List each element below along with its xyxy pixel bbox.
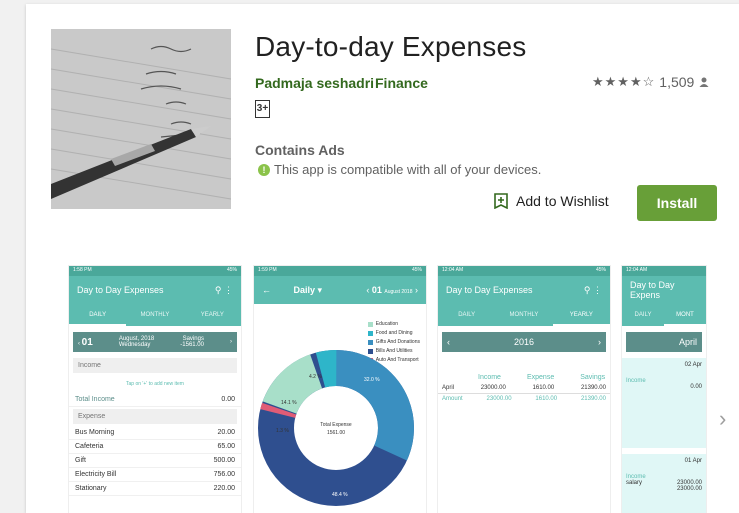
- pct-label: 4.2 %: [309, 374, 322, 380]
- list-item: Stationary 220.00: [69, 482, 241, 496]
- add-hint: Tap on '+' to add new item: [126, 381, 184, 387]
- income-header: Income: [73, 358, 237, 373]
- screenshot-monthly[interactable]: 12:04 AM Day to Day Expens DAILY MONT Apr…: [621, 265, 707, 513]
- app-bar: Day to Day Expenses ⚲ ⋮: [438, 276, 610, 304]
- total-income-row: Total Income 0.00: [69, 393, 241, 407]
- install-button[interactable]: Install: [637, 185, 717, 221]
- screenshot-daily[interactable]: 1:58 PM 45% Day to Day Expenses ⚲ ⋮ DAILY …: [68, 265, 242, 513]
- app-bar: Day to Day Expenses ⚲ ⋮: [69, 276, 241, 304]
- legend-entry: Gifts And Donations: [367, 339, 420, 345]
- tab-yearly: YEARLY: [200, 312, 224, 318]
- app-details-card: Day-to-day Expenses Padmaja seshadri Fin…: [26, 4, 739, 513]
- status-bar: 12:04 AM 45%: [438, 266, 610, 276]
- legend-entry: Food and Dining: [367, 330, 420, 336]
- developer-link[interactable]: Padmaja seshadri: [255, 75, 374, 91]
- donut-chart: Total Expense 1561.00 4.2 % 32.0 % 14.1 …: [258, 349, 414, 506]
- app-title: Day-to-day Expenses: [255, 31, 527, 62]
- compatibility-text: This app is compatible with all of your …: [274, 162, 542, 177]
- year-navigator: ‹ 2016 ›: [442, 332, 606, 352]
- info-icon: !: [258, 163, 270, 176]
- app-bar: Day to Day Expens: [622, 276, 706, 304]
- day-card: 02 Apr Income 0.00: [622, 358, 706, 448]
- pct-label: 32.0 %: [364, 377, 380, 383]
- screenshot-yearly[interactable]: 12:04 AM 45% Day to Day Expenses ⚲ ⋮ DAILY…: [437, 265, 611, 513]
- screen-title: Day to Day Expenses: [77, 285, 164, 295]
- contains-ads-label: Contains Ads: [255, 142, 345, 158]
- app-cover-image: [51, 29, 231, 209]
- screenshot-chart[interactable]: 1:59 PM 45% ← Daily ▾ ‹ 01 August 2018 › …: [253, 265, 427, 513]
- legend-entry: Education: [367, 321, 420, 327]
- category-link[interactable]: Finance: [375, 75, 428, 91]
- person-icon: [699, 77, 709, 87]
- date-navigator: ‹ 01 August, 2018 Wednesday Savings -1561.…: [73, 332, 237, 352]
- table-header: Income Expense Savings: [478, 374, 606, 381]
- center-value: 1561.00: [327, 430, 345, 436]
- list-item: Bus Morning 20.00: [69, 426, 241, 440]
- compatibility-note: ! This app is compatible with all of you…: [258, 162, 541, 177]
- chevron-right-icon[interactable]: ›: [719, 408, 733, 430]
- list-item: Gift 500.00: [69, 454, 241, 468]
- rating: ★★★★☆ 1,509: [592, 74, 710, 90]
- day-card: 01 Apr Income salary 23000.00 23000.00: [622, 454, 706, 513]
- expense-header: Expense: [73, 409, 237, 424]
- star-rating-icon: ★★★★☆: [592, 74, 656, 89]
- tab-bar: DAILY MONTHLY YEARLY: [69, 304, 241, 326]
- rating-count: 1,509: [659, 74, 695, 90]
- app-bar: ← Daily ▾ ‹ 01 August 2018 ›: [254, 276, 426, 304]
- table-row: April 23000.00 1610.00 21390.00: [442, 385, 606, 391]
- pct-label: 14.1 %: [281, 400, 297, 406]
- center-label: Total Expense: [320, 422, 352, 428]
- content-rating-badge: 3+: [255, 100, 270, 118]
- wishlist-label: Add to Wishlist: [516, 193, 609, 209]
- list-item: Cafeteria 65.00: [69, 440, 241, 454]
- table-row: Amount 23000.00 1610.00 21390.00: [438, 393, 610, 404]
- tab-daily: DAILY: [69, 304, 127, 326]
- status-bar: 1:58 PM 45%: [69, 266, 241, 276]
- tab-bar: DAILY MONT: [622, 304, 706, 326]
- search-icon: ⚲ ⋮: [214, 284, 233, 295]
- status-bar: 12:04 AM: [622, 266, 706, 276]
- tab-bar: DAILY MONTHLY YEARLY: [438, 304, 610, 326]
- wishlist-button[interactable]: Add to Wishlist: [494, 193, 609, 209]
- pct-label: 48.4 %: [332, 492, 348, 498]
- list-item: Electricity Bill 756.00: [69, 468, 241, 482]
- status-bar: 1:59 PM 45%: [254, 266, 426, 276]
- bookmark-add-icon: [494, 193, 508, 209]
- month-navigator: April: [626, 332, 702, 352]
- pct-label: 1.3 %: [276, 428, 289, 434]
- tab-monthly: MONTHLY: [140, 312, 170, 318]
